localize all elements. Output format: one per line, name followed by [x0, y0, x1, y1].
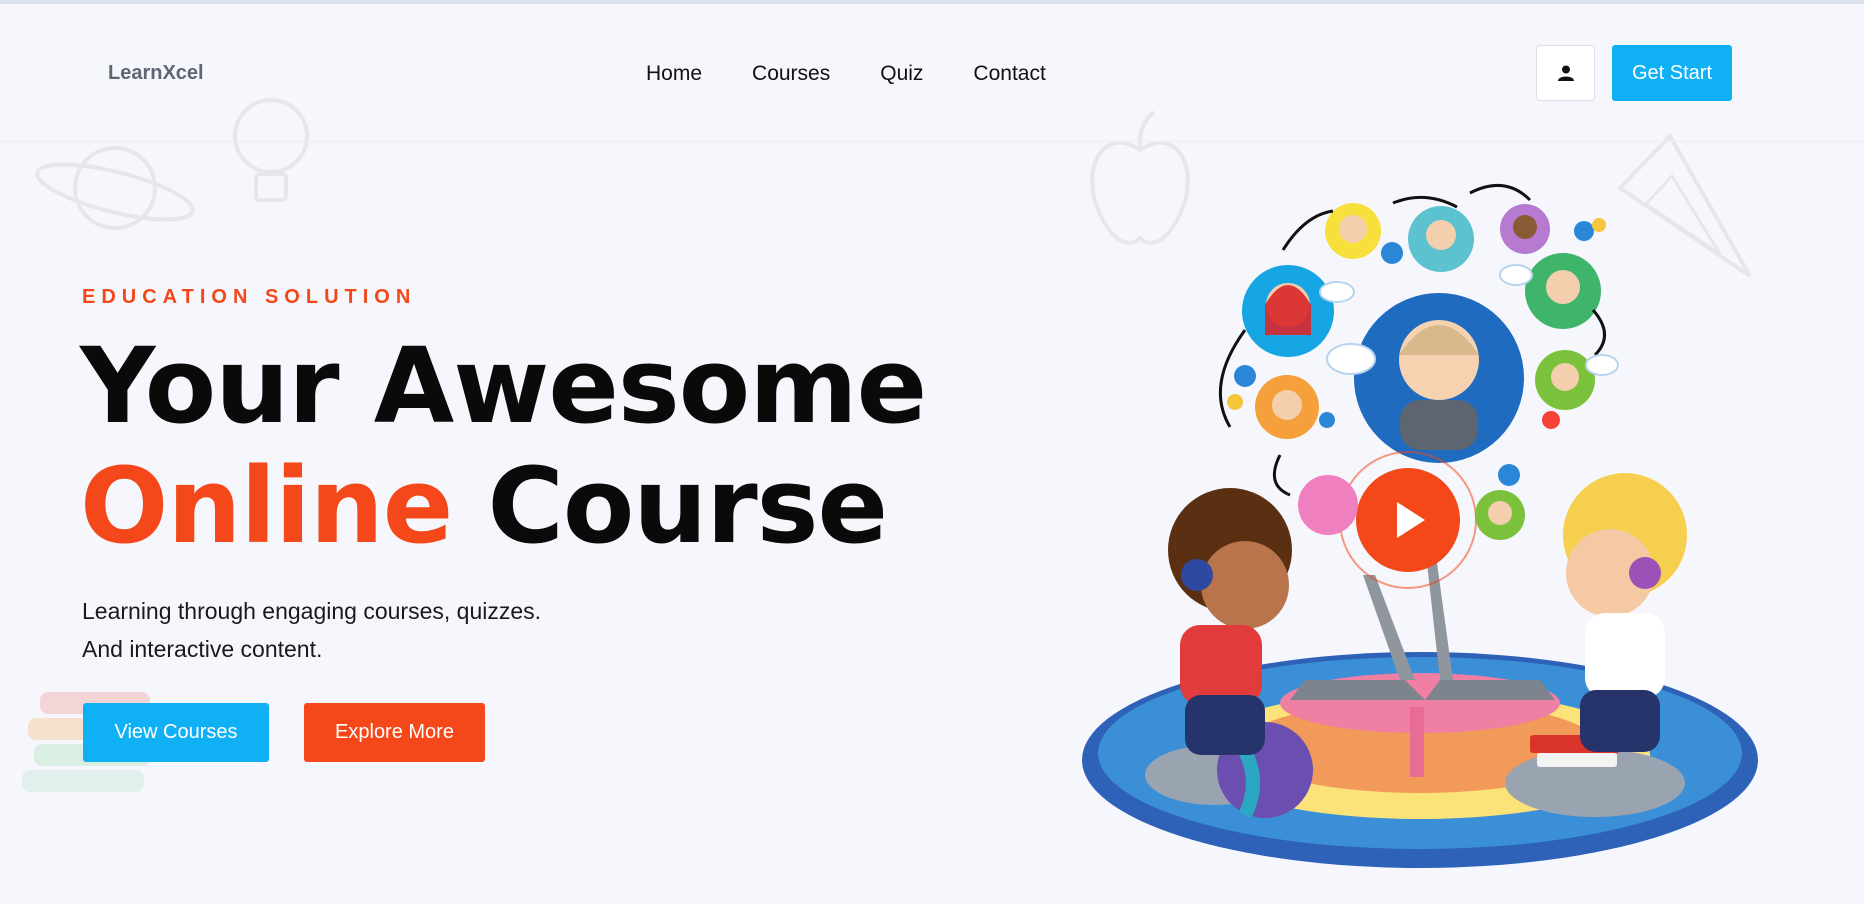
headline-accent: Online	[80, 445, 453, 567]
hero-subtitle: Learning through engaging courses, quizz…	[82, 592, 541, 668]
nav-quiz[interactable]: Quiz	[880, 62, 923, 86]
hero-headline: Your Awesome Online Course	[80, 325, 927, 567]
headline-rest: Course	[452, 445, 889, 567]
view-courses-button[interactable]: View Courses	[83, 703, 269, 762]
brand-logo[interactable]: LearnXcel	[108, 62, 204, 85]
nav-contact[interactable]: Contact	[973, 62, 1045, 86]
planet-icon	[35, 146, 195, 230]
nav-courses[interactable]: Courses	[752, 62, 830, 86]
user-icon	[1557, 65, 1574, 81]
user-account-button[interactable]	[1536, 45, 1595, 101]
nav-home[interactable]: Home	[646, 62, 702, 86]
hero-eyebrow: EDUCATION SOLUTION	[82, 286, 417, 308]
subtitle-line2: And interactive content.	[82, 636, 323, 662]
site-header: LearnXcel Home Courses Quiz Contact Get …	[0, 4, 1864, 142]
main-nav: Home Courses Quiz Contact	[646, 62, 1096, 86]
get-start-button[interactable]: Get Start	[1612, 45, 1732, 101]
kids-online-learning-illustration	[1082, 183, 1758, 868]
explore-more-button[interactable]: Explore More	[304, 703, 485, 762]
subtitle-line1: Learning through engaging courses, quizz…	[82, 598, 542, 624]
headline-line1: Your Awesome	[80, 325, 927, 447]
